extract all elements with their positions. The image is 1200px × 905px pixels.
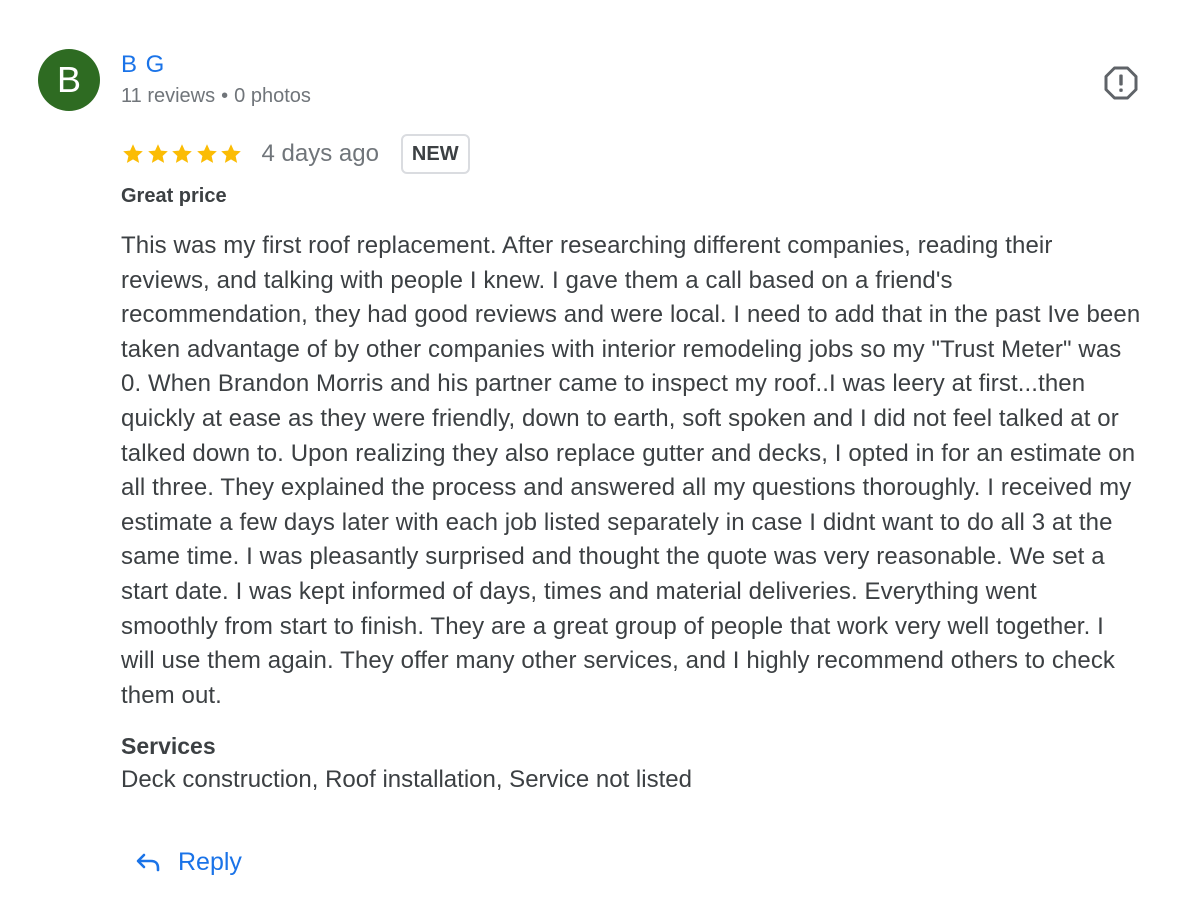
meta-separator: • [221,85,229,107]
review-text-line: will use them again. They offer many oth… [121,647,1116,675]
star-icon [123,144,143,163]
review-card: B B G 11 reviews • 0 photos 4 days ago N… [0,0,1200,905]
services-value: Deck construction, Roof installation, Se… [121,766,692,793]
report-button[interactable] [1104,66,1138,100]
review-text-line: all three. They explained the process an… [121,474,1132,502]
review-text-line: same time. I was pleasantly surprised an… [121,543,1105,571]
report-icon [1104,66,1138,100]
review-text: This was my first roof replacement. Afte… [121,229,1171,713]
reply-icon [136,853,160,872]
review-text-line: estimate a few days later with each job … [121,508,1113,536]
review-text-line: quickly at ease as they were friendly, d… [121,404,1119,432]
star-icon [196,144,217,163]
services-label: Services [121,733,216,759]
review-text-line: talked down to. Upon realizing they also… [121,439,1136,467]
review-text-line: recommendation, they had good reviews an… [121,301,1141,329]
star-icon [147,144,168,163]
reply-button[interactable]: Reply [134,840,242,884]
star-rating [121,142,244,166]
review-text-line: smoothly from start to finish. They are … [121,612,1104,640]
author-meta: 11 reviews • 0 photos [121,85,311,108]
review-time: 4 days ago [261,140,379,167]
star-icon [221,144,241,163]
review-title: Great price [121,185,227,207]
avatar[interactable]: B [38,49,100,111]
new-badge: NEW [400,134,470,174]
review-text-line: them out. [121,681,222,709]
rating-row: 4 days ago NEW [121,134,470,174]
reviews-count: 11 reviews [121,85,216,107]
reply-label: Reply [178,847,242,876]
review-text-line: This was my first roof replacement. Afte… [121,232,1053,259]
review-text-line: taken advantage of by other companies wi… [121,335,1122,363]
review-text-line: start date. I was kept informed of days,… [121,577,1037,605]
photos-count: 0 photos [234,85,311,107]
review-text-line: reviews, and talking with people I knew.… [121,266,953,294]
star-icon [172,144,192,163]
review-text-line: 0. When Brandon Morris and his partner c… [121,370,1086,398]
author-name-link[interactable]: B G [121,51,165,79]
